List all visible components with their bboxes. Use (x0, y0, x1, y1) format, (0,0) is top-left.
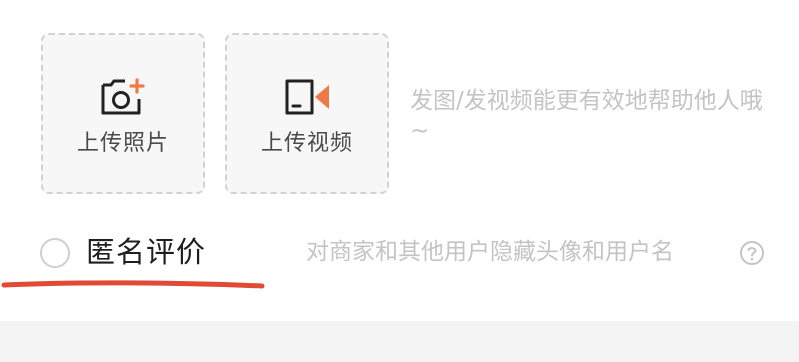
camera-plus-icon (101, 78, 145, 115)
upload-video-button[interactable]: 上传视频 (225, 33, 389, 194)
anonymous-review-label[interactable]: 匿名评价 (86, 234, 206, 270)
annotation-underline (1, 280, 265, 289)
question-circle-icon[interactable] (739, 240, 765, 266)
video-camera-icon (285, 79, 329, 115)
upload-photo-label: 上传照片 (76, 131, 169, 156)
upload-hint-text: 发图/发视频能更有效地帮助他人哦~ (410, 88, 763, 144)
upload-photo-button[interactable]: 上传照片 (41, 33, 205, 194)
bottom-section-divider (0, 321, 799, 362)
anonymous-hint-text: 对商家和其他用户隐藏头像和用户名 (306, 239, 674, 265)
upload-video-label: 上传视频 (260, 131, 353, 156)
anonymous-review-radio[interactable] (40, 238, 70, 268)
